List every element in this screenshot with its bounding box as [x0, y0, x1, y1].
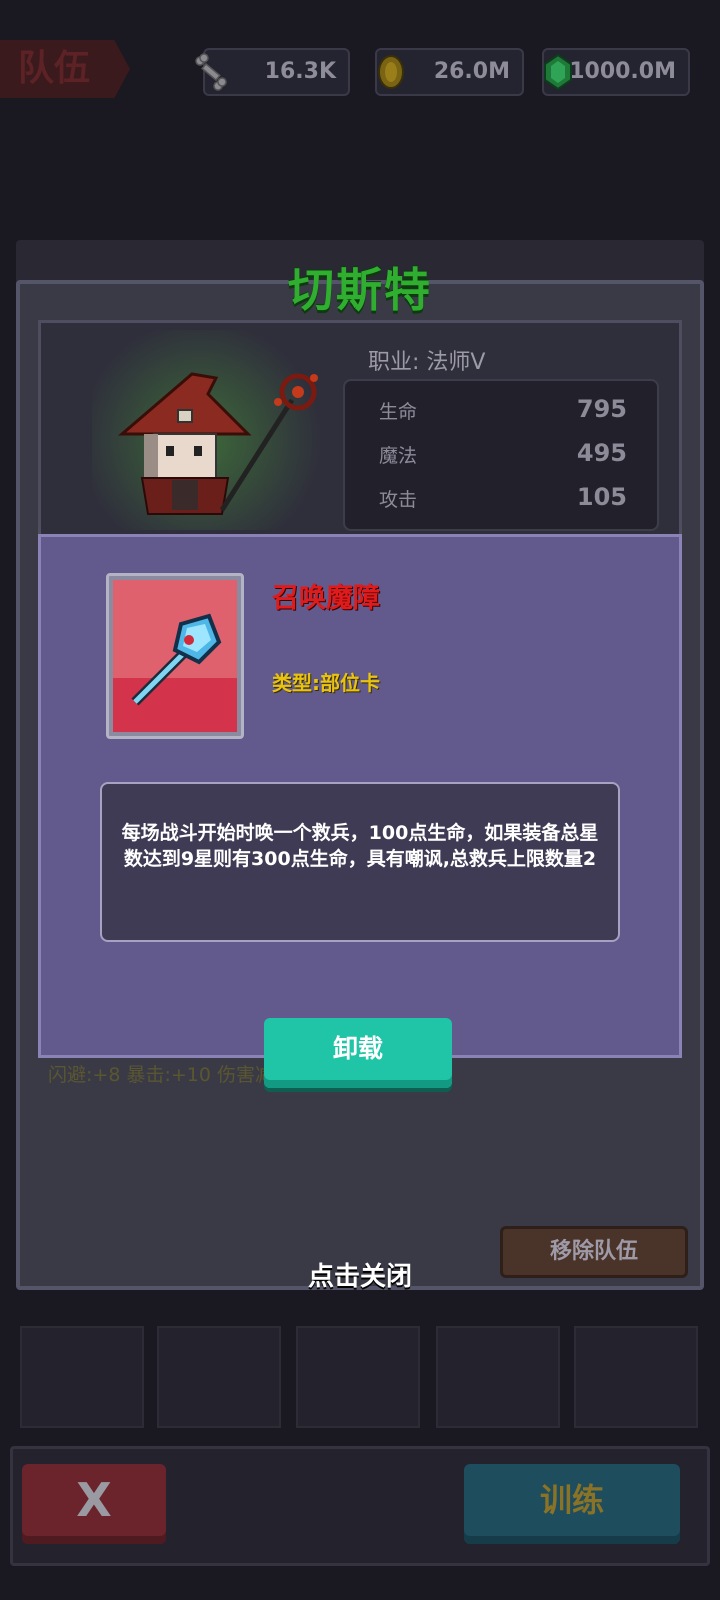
item-name: 召唤魔障 [272, 583, 380, 614]
tap-to-close-hint[interactable]: 点击关闭 [0, 1256, 720, 1293]
gold-resource: 26.0M [375, 48, 524, 96]
item-type: 类型:部位卡 [272, 671, 380, 695]
gold-value: 26.0M [433, 59, 510, 84]
hero-slot[interactable] [574, 1326, 698, 1428]
train-button[interactable]: 训练 [464, 1464, 680, 1544]
gem-resource: 1000.0M [542, 48, 690, 96]
wizard-sprite-icon [117, 372, 318, 515]
hero-name: 切斯特 [288, 263, 432, 317]
stat-row-attack: 攻击 105 [379, 483, 627, 515]
unload-button[interactable]: 卸载 [264, 1018, 452, 1088]
stat-row-hp: 生命 795 [379, 395, 627, 427]
stat-row-mp: 魔法 495 [379, 439, 627, 471]
hero-portrait [92, 330, 332, 530]
item-description: 每场战斗开始时唤一个救兵，100点生命，如果装备总星数达到9星则有300点生命，… [100, 782, 620, 942]
item-card-bg [113, 580, 237, 732]
hero-stats-box: 生命 795 魔法 495 攻击 105 [343, 379, 659, 531]
gem-value: 1000.0M [569, 59, 676, 84]
job-label: 职业: [368, 350, 420, 375]
green-gem-icon [544, 53, 572, 91]
stat-value: 795 [576, 395, 627, 423]
gold-coin-icon [378, 55, 404, 89]
stat-label: 攻击 [379, 489, 418, 511]
hero-slot[interactable] [436, 1326, 560, 1428]
bone-value: 16.3K [264, 59, 336, 84]
item-card [106, 573, 244, 739]
stat-label: 生命 [379, 401, 418, 423]
hero-slot[interactable] [20, 1326, 144, 1428]
stat-label: 魔法 [379, 445, 418, 467]
stat-value: 495 [576, 439, 627, 467]
hero-job: 职业: 法师V [368, 344, 485, 376]
bone-resource: 16.3K [195, 48, 350, 96]
job-value: 法师V [426, 350, 486, 375]
hero-slot[interactable] [296, 1326, 420, 1428]
magic-staff-icon [131, 613, 222, 706]
hero-slot[interactable] [157, 1326, 281, 1428]
close-button[interactable]: X [22, 1464, 166, 1544]
team-tab[interactable]: 队伍 [0, 40, 130, 98]
stat-value: 105 [576, 483, 627, 511]
bone-icon [195, 53, 227, 91]
